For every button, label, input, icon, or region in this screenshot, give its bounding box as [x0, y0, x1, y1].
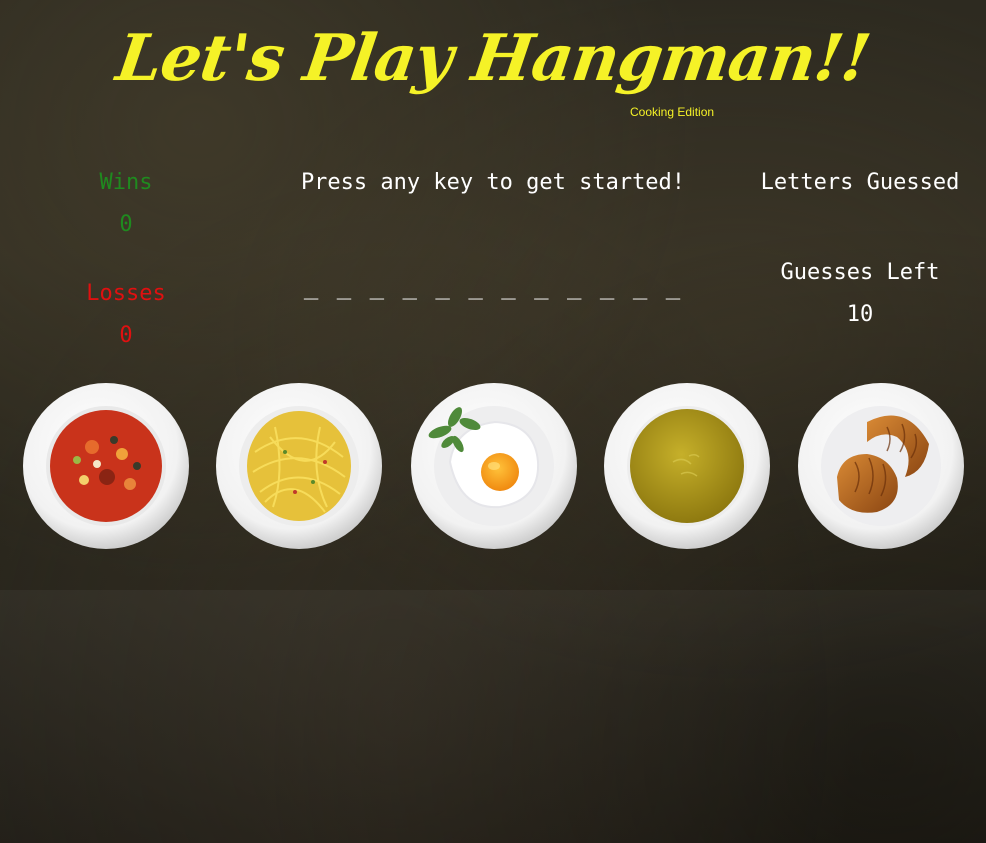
food-plates-row	[0, 378, 986, 556]
fried-egg-plate-icon	[411, 383, 577, 549]
background-shade	[0, 590, 986, 843]
losses-label: Losses	[86, 281, 166, 306]
wins-label: Wins	[99, 170, 153, 195]
page-title: Let's Play Hangman!!	[111, 21, 875, 96]
croissant-plate-icon	[798, 383, 964, 549]
guesses-left-label: Guesses Left	[780, 260, 940, 285]
start-prompt: Press any key to get started!	[300, 170, 686, 195]
word-blanks: _ _ _ _ _ _ _ _ _ _ _ _	[303, 272, 683, 300]
page-subtitle: Cooking Edition	[630, 105, 715, 119]
losses-count: 0	[119, 323, 133, 348]
soup-bowl-icon	[23, 383, 189, 549]
spaghetti-plate-icon	[216, 383, 382, 549]
wins-count: 0	[119, 212, 133, 237]
letters-guessed-label: Letters Guessed	[760, 170, 960, 195]
guesses-left-count: 10	[846, 302, 874, 327]
pea-soup-bowl-icon	[604, 383, 770, 549]
